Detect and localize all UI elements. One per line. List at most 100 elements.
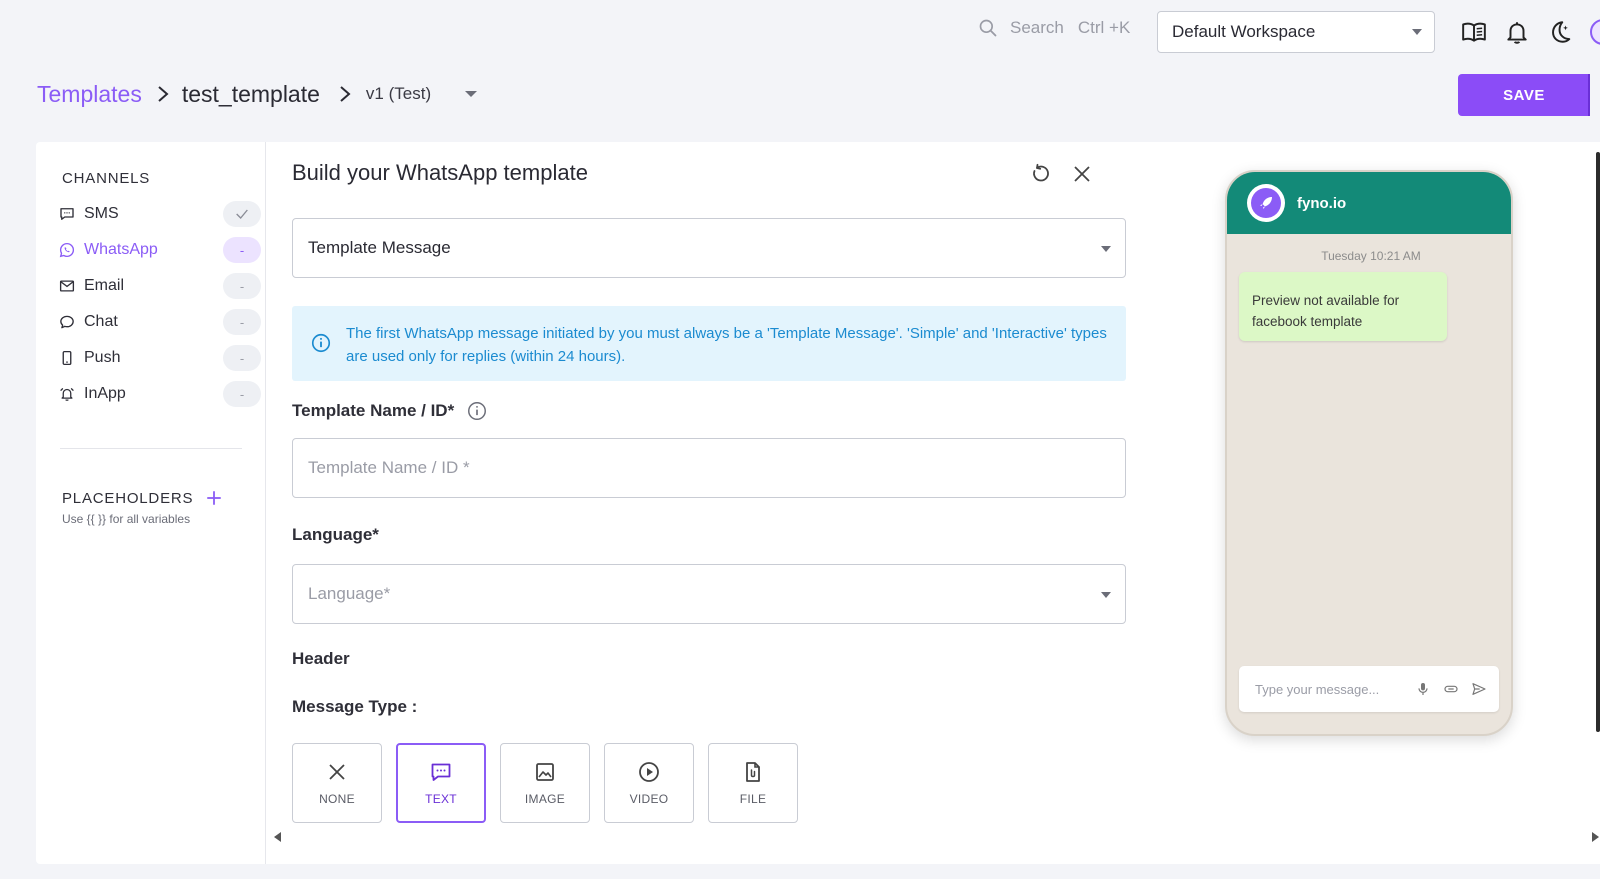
workspace-select[interactable]: Default Workspace <box>1157 11 1435 53</box>
divider <box>60 448 242 449</box>
info-text: The first WhatsApp message initiated by … <box>346 325 1107 365</box>
microphone-icon[interactable] <box>1415 681 1431 697</box>
message-type-label: VIDEO <box>629 792 669 806</box>
info-icon[interactable] <box>466 400 488 422</box>
channels-title: CHANNELS <box>62 170 151 187</box>
alarm-bell-icon <box>60 388 74 401</box>
placeholders-hint: Use {{ }} for all variables <box>62 512 191 526</box>
channel-status-badge: ✓ <box>223 201 261 227</box>
moon-icon[interactable] <box>1546 19 1572 45</box>
whatsapp-preview-phone: fyno.io Tuesday 10:21 AM Preview not ava… <box>1225 170 1513 736</box>
channel-status-badge: - <box>223 309 261 335</box>
chevron-down-icon <box>1101 246 1111 252</box>
attachment-icon[interactable] <box>1443 681 1459 697</box>
chat-bubble-icon <box>60 315 74 329</box>
message-type-label: Message Type : <box>292 697 418 716</box>
message-type-label: FILE <box>739 792 767 806</box>
chevron-right-icon <box>338 84 352 104</box>
search-label: Search <box>1010 18 1064 37</box>
file-icon <box>746 762 760 782</box>
channel-chat[interactable]: Chat - <box>58 308 261 336</box>
message-type-text-button[interactable]: TEXT <box>396 743 486 823</box>
channel-status-badge: - <box>223 345 261 371</box>
info-icon <box>311 333 331 353</box>
language-label: Language* <box>292 525 379 544</box>
version-value: v1 (Test) <box>365 84 432 103</box>
whatsapp-template-form: Build your WhatsApp template Template Me… <box>292 142 1152 864</box>
channel-push[interactable]: Push - <box>58 344 261 372</box>
breadcrumb-templates-link[interactable]: Templates <box>37 81 142 108</box>
template-name-label: Template Name / ID* <box>292 400 488 422</box>
vertical-scrollbar[interactable] <box>1596 152 1600 732</box>
save-button[interactable]: SAVE <box>1458 74 1590 116</box>
chevron-down-icon <box>1101 592 1111 598</box>
close-icon[interactable] <box>1070 162 1094 186</box>
search-shortcut: Ctrl +K <box>1077 18 1131 37</box>
message-type-label: IMAGE <box>524 792 566 806</box>
info-alert: The first WhatsApp message initiated by … <box>292 306 1126 381</box>
channel-email[interactable]: Email - <box>58 272 261 300</box>
message-square-icon <box>60 208 74 220</box>
template-name-input[interactable]: Template Name / ID * <box>292 438 1126 498</box>
channel-label: Push <box>84 349 121 366</box>
breadcrumb: Templates test_template v1 (Test) <box>37 78 478 110</box>
avatar[interactable] <box>1590 19 1600 45</box>
language-placeholder: Language* <box>308 584 391 603</box>
channel-label: WhatsApp <box>84 241 158 258</box>
chat-text-icon <box>431 763 451 781</box>
smartphone-icon <box>62 350 72 366</box>
channels-panel: CHANNELS SMS ✓ WhatsApp - Email - Chat - <box>36 142 266 864</box>
bell-icon[interactable] <box>1504 19 1530 45</box>
message-category-select[interactable]: Template Message <box>292 218 1126 278</box>
header-label: Header <box>292 649 350 668</box>
channel-status-badge: - <box>223 237 261 263</box>
message-type-group: NONE TEXT IMAGE VIDEO FILE <box>292 743 798 823</box>
preview-input-placeholder: Type your message... <box>1255 681 1380 697</box>
preview-timestamp: Tuesday 10:21 AM <box>1321 249 1421 263</box>
channel-label: Chat <box>84 313 118 330</box>
whatsapp-icon <box>59 242 75 258</box>
message-type-none-button[interactable]: NONE <box>292 743 382 823</box>
chevron-down-icon <box>1412 29 1422 35</box>
docs-icon[interactable] <box>1461 19 1487 45</box>
scroll-left-arrow[interactable] <box>274 832 281 842</box>
search-trigger[interactable]: Search Ctrl +K <box>978 18 1130 38</box>
channel-whatsapp[interactable]: WhatsApp - <box>58 236 261 264</box>
workspace-value: Default Workspace <box>1172 22 1316 41</box>
chevron-down-icon <box>465 91 478 97</box>
chevron-right-icon <box>156 84 170 104</box>
play-icon <box>639 762 659 782</box>
preview-message-input[interactable]: Type your message... <box>1239 666 1499 712</box>
preview-header: fyno.io <box>1227 172 1511 234</box>
mail-icon <box>59 280 75 292</box>
version-select[interactable]: v1 (Test) <box>365 84 478 104</box>
send-icon[interactable] <box>1471 681 1487 697</box>
channel-label: SMS <box>84 205 119 222</box>
image-icon <box>536 763 554 781</box>
message-type-label: TEXT <box>425 792 457 806</box>
channel-label: InApp <box>84 385 126 402</box>
preview-sender-name: fyno.io <box>1297 194 1347 212</box>
top-bar: Search Ctrl +K Default Workspace <box>0 10 1600 54</box>
message-category-value: Template Message <box>308 238 451 257</box>
avatar <box>1247 184 1285 222</box>
placeholders-title: PLACEHOLDERS <box>62 489 223 507</box>
scroll-right-arrow[interactable] <box>1592 832 1599 842</box>
message-type-file-button[interactable]: FILE <box>708 743 798 823</box>
channel-status-badge: - <box>223 381 261 407</box>
rocket-icon <box>1260 197 1272 209</box>
form-title: Build your WhatsApp template <box>292 160 588 185</box>
channel-sms[interactable]: SMS ✓ <box>58 200 261 228</box>
placeholders-label: PLACEHOLDERS <box>62 489 194 507</box>
check-icon <box>236 209 248 219</box>
plus-icon[interactable] <box>205 489 223 507</box>
template-name-placeholder: Template Name / ID * <box>308 458 470 477</box>
reset-icon[interactable] <box>1028 162 1052 186</box>
channel-inapp[interactable]: InApp - <box>58 380 261 408</box>
message-type-image-button[interactable]: IMAGE <box>500 743 590 823</box>
language-select[interactable]: Language* <box>292 564 1126 624</box>
search-icon <box>979 19 997 37</box>
channel-label: Email <box>84 277 125 294</box>
breadcrumb-current: test_template <box>181 80 320 107</box>
message-type-video-button[interactable]: VIDEO <box>604 743 694 823</box>
